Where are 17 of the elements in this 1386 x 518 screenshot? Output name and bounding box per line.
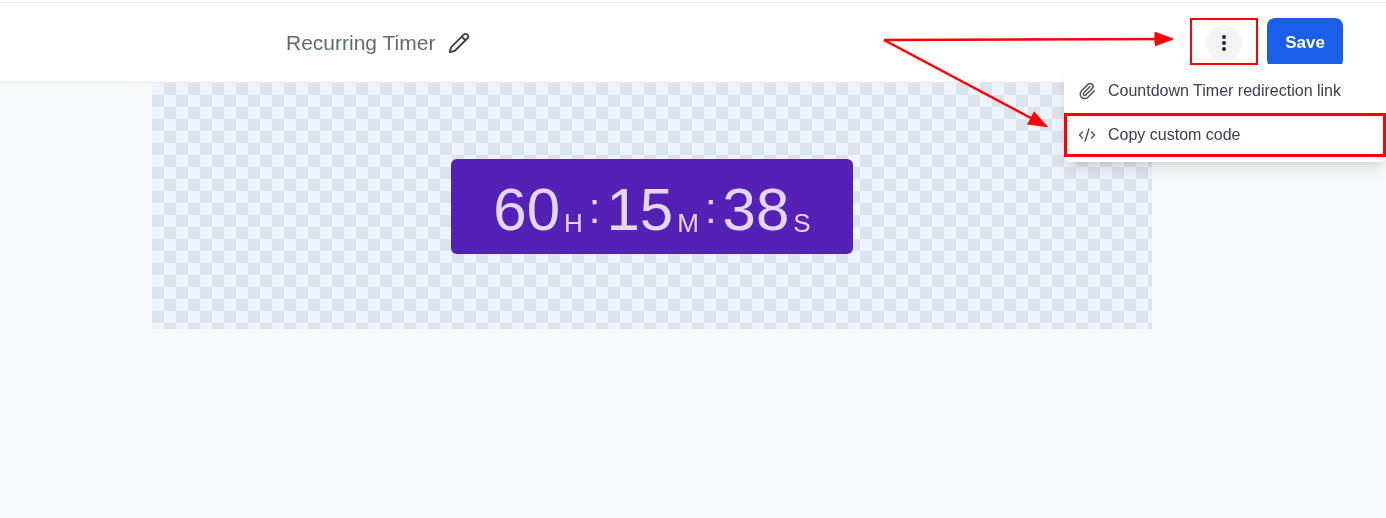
timer-value: 60 — [493, 179, 561, 240]
timer-separator: : — [588, 187, 601, 230]
menu-item[interactable]: Countdown Timer redirection link — [1064, 69, 1386, 113]
timer-unit: H — [564, 209, 583, 236]
paperclip-icon — [1078, 82, 1096, 100]
menu-item[interactable]: Copy custom code — [1064, 113, 1386, 157]
more-options-button[interactable] — [1206, 24, 1242, 61]
edit-icon[interactable] — [447, 30, 472, 55]
timer-value: 15 — [606, 179, 674, 240]
page-title: Recurring Timer — [286, 29, 436, 56]
code-icon — [1078, 126, 1096, 144]
timer-value: 38 — [722, 179, 790, 240]
timer-separator: : — [704, 187, 717, 230]
timer-unit: M — [677, 209, 699, 236]
more-icon — [1222, 34, 1226, 51]
timer-unit: S — [793, 209, 811, 236]
highlight-frame — [1190, 18, 1258, 65]
